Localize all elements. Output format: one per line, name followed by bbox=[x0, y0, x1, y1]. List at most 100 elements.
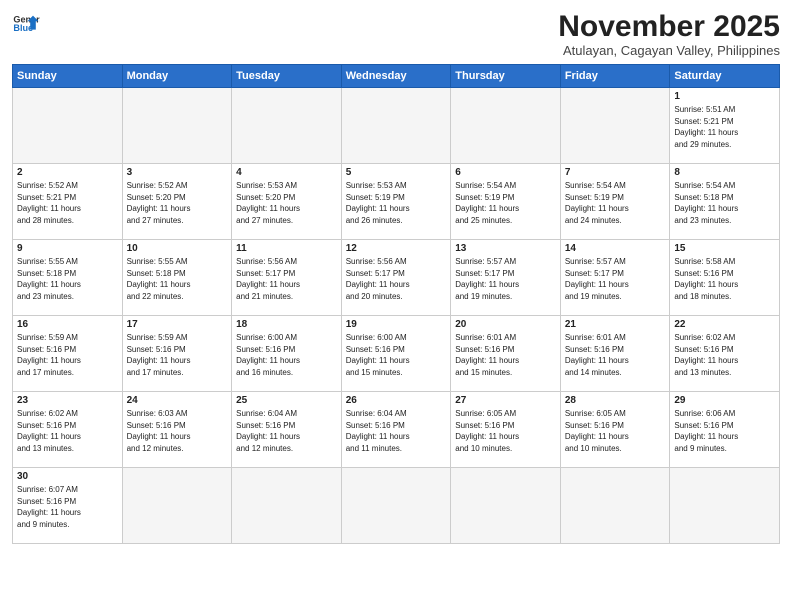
calendar-table: SundayMondayTuesdayWednesdayThursdayFrid… bbox=[12, 64, 780, 544]
calendar-cell: 29 Sunrise: 6:06 AM Sunset: 5:16 PM Dayli… bbox=[670, 392, 780, 468]
day-number: 26 bbox=[346, 395, 447, 406]
day-of-week-header: Friday bbox=[560, 65, 670, 88]
calendar-cell bbox=[232, 468, 342, 544]
day-number: 25 bbox=[236, 395, 337, 406]
day-info: Sunrise: 5:53 AM Sunset: 5:20 PM Dayligh… bbox=[236, 180, 337, 226]
day-info: Sunrise: 5:59 AM Sunset: 5:16 PM Dayligh… bbox=[17, 332, 118, 378]
day-of-week-header: Thursday bbox=[451, 65, 561, 88]
day-number: 9 bbox=[17, 243, 118, 254]
calendar-cell bbox=[341, 88, 451, 164]
header: General Blue November 2025 Atulayan, Cag… bbox=[12, 10, 780, 58]
day-info: Sunrise: 6:03 AM Sunset: 5:16 PM Dayligh… bbox=[127, 408, 228, 454]
day-of-week-header: Sunday bbox=[13, 65, 123, 88]
page: General Blue November 2025 Atulayan, Cag… bbox=[0, 0, 792, 612]
calendar-cell bbox=[341, 468, 451, 544]
calendar-cell: 2Sunrise: 5:52 AM Sunset: 5:21 PM Daylig… bbox=[13, 164, 123, 240]
day-number: 5 bbox=[346, 167, 447, 178]
calendar-cell: 6Sunrise: 5:54 AM Sunset: 5:19 PM Daylig… bbox=[451, 164, 561, 240]
day-number: 4 bbox=[236, 167, 337, 178]
day-number: 16 bbox=[17, 319, 118, 330]
calendar-header: SundayMondayTuesdayWednesdayThursdayFrid… bbox=[13, 65, 780, 88]
day-info: Sunrise: 5:53 AM Sunset: 5:19 PM Dayligh… bbox=[346, 180, 447, 226]
day-number: 3 bbox=[127, 167, 228, 178]
day-number: 11 bbox=[236, 243, 337, 254]
day-number: 17 bbox=[127, 319, 228, 330]
day-info: Sunrise: 6:04 AM Sunset: 5:16 PM Dayligh… bbox=[346, 408, 447, 454]
day-number: 29 bbox=[674, 395, 775, 406]
calendar-body: 1Sunrise: 5:51 AM Sunset: 5:21 PM Daylig… bbox=[13, 88, 780, 544]
calendar-week-row: 2Sunrise: 5:52 AM Sunset: 5:21 PM Daylig… bbox=[13, 164, 780, 240]
calendar-cell: 9Sunrise: 5:55 AM Sunset: 5:18 PM Daylig… bbox=[13, 240, 123, 316]
calendar-cell: 12Sunrise: 5:56 AM Sunset: 5:17 PM Dayli… bbox=[341, 240, 451, 316]
day-info: Sunrise: 6:01 AM Sunset: 5:16 PM Dayligh… bbox=[455, 332, 556, 378]
calendar-week-row: 30Sunrise: 6:07 AM Sunset: 5:16 PM Dayli… bbox=[13, 468, 780, 544]
calendar-cell: 27Sunrise: 6:05 AM Sunset: 5:16 PM Dayli… bbox=[451, 392, 561, 468]
calendar-cell: 25 Sunrise: 6:04 AM Sunset: 5:16 PM Dayli… bbox=[232, 392, 342, 468]
day-info: Sunrise: 5:57 AM Sunset: 5:17 PM Dayligh… bbox=[565, 256, 666, 302]
calendar-cell: 5 Sunrise: 5:53 AM Sunset: 5:19 PM Daylig… bbox=[341, 164, 451, 240]
calendar-cell: 4 Sunrise: 5:53 AM Sunset: 5:20 PM Daylig… bbox=[232, 164, 342, 240]
day-info: Sunrise: 6:02 AM Sunset: 5:16 PM Dayligh… bbox=[17, 408, 118, 454]
calendar-cell bbox=[122, 468, 232, 544]
calendar-cell: 19 Sunrise: 6:00 AM Sunset: 5:16 PM Dayli… bbox=[341, 316, 451, 392]
calendar-week-row: 16 Sunrise: 5:59 AM Sunset: 5:16 PM Dayli… bbox=[13, 316, 780, 392]
day-info: Sunrise: 5:57 AM Sunset: 5:17 PM Dayligh… bbox=[455, 256, 556, 302]
day-info: Sunrise: 6:04 AM Sunset: 5:16 PM Dayligh… bbox=[236, 408, 337, 454]
day-info: Sunrise: 5:56 AM Sunset: 5:17 PM Dayligh… bbox=[236, 256, 337, 302]
day-number: 2 bbox=[17, 167, 118, 178]
day-info: Sunrise: 5:52 AM Sunset: 5:20 PM Dayligh… bbox=[127, 180, 228, 226]
calendar-cell: 13 Sunrise: 5:57 AM Sunset: 5:17 PM Dayli… bbox=[451, 240, 561, 316]
day-number: 19 bbox=[346, 319, 447, 330]
day-info: Sunrise: 5:54 AM Sunset: 5:18 PM Dayligh… bbox=[674, 180, 775, 226]
calendar-cell: 30Sunrise: 6:07 AM Sunset: 5:16 PM Dayli… bbox=[13, 468, 123, 544]
day-number: 15 bbox=[674, 243, 775, 254]
day-number: 18 bbox=[236, 319, 337, 330]
day-number: 6 bbox=[455, 167, 556, 178]
calendar-cell: 21 Sunrise: 6:01 AM Sunset: 5:16 PM Dayli… bbox=[560, 316, 670, 392]
calendar-week-row: 23 Sunrise: 6:02 AM Sunset: 5:16 PM Dayli… bbox=[13, 392, 780, 468]
calendar-cell bbox=[560, 88, 670, 164]
day-info: Sunrise: 6:01 AM Sunset: 5:16 PM Dayligh… bbox=[565, 332, 666, 378]
calendar-cell: 16 Sunrise: 5:59 AM Sunset: 5:16 PM Dayli… bbox=[13, 316, 123, 392]
day-number: 13 bbox=[455, 243, 556, 254]
calendar-cell: 26 Sunrise: 6:04 AM Sunset: 5:16 PM Dayli… bbox=[341, 392, 451, 468]
calendar-cell: 18 Sunrise: 6:00 AM Sunset: 5:16 PM Dayli… bbox=[232, 316, 342, 392]
day-of-week-header: Saturday bbox=[670, 65, 780, 88]
calendar-cell: 10Sunrise: 5:55 AM Sunset: 5:18 PM Dayli… bbox=[122, 240, 232, 316]
calendar-cell bbox=[122, 88, 232, 164]
calendar-cell bbox=[13, 88, 123, 164]
calendar-cell: 8Sunrise: 5:54 AM Sunset: 5:18 PM Daylig… bbox=[670, 164, 780, 240]
logo: General Blue bbox=[12, 10, 40, 38]
calendar-cell: 20 Sunrise: 6:01 AM Sunset: 5:16 PM Dayli… bbox=[451, 316, 561, 392]
day-number: 14 bbox=[565, 243, 666, 254]
day-info: Sunrise: 5:51 AM Sunset: 5:21 PM Dayligh… bbox=[674, 104, 775, 150]
day-info: Sunrise: 5:59 AM Sunset: 5:16 PM Dayligh… bbox=[127, 332, 228, 378]
day-of-week-header: Wednesday bbox=[341, 65, 451, 88]
calendar-cell: 11 Sunrise: 5:56 AM Sunset: 5:17 PM Dayli… bbox=[232, 240, 342, 316]
logo-icon: General Blue bbox=[12, 10, 40, 38]
calendar-cell bbox=[560, 468, 670, 544]
svg-text:Blue: Blue bbox=[13, 23, 33, 33]
day-number: 7 bbox=[565, 167, 666, 178]
day-info: Sunrise: 6:05 AM Sunset: 5:16 PM Dayligh… bbox=[565, 408, 666, 454]
day-info: Sunrise: 6:02 AM Sunset: 5:16 PM Dayligh… bbox=[674, 332, 775, 378]
month-title: November 2025 bbox=[558, 10, 780, 43]
day-number: 21 bbox=[565, 319, 666, 330]
calendar-cell bbox=[451, 468, 561, 544]
calendar-cell: 7Sunrise: 5:54 AM Sunset: 5:19 PM Daylig… bbox=[560, 164, 670, 240]
calendar-week-row: 1Sunrise: 5:51 AM Sunset: 5:21 PM Daylig… bbox=[13, 88, 780, 164]
day-info: Sunrise: 6:00 AM Sunset: 5:16 PM Dayligh… bbox=[346, 332, 447, 378]
day-of-week-header: Tuesday bbox=[232, 65, 342, 88]
title-block: November 2025 Atulayan, Cagayan Valley, … bbox=[558, 10, 780, 58]
day-info: Sunrise: 6:00 AM Sunset: 5:16 PM Dayligh… bbox=[236, 332, 337, 378]
calendar-cell: 22Sunrise: 6:02 AM Sunset: 5:16 PM Dayli… bbox=[670, 316, 780, 392]
day-number: 30 bbox=[17, 471, 118, 482]
day-number: 23 bbox=[17, 395, 118, 406]
day-number: 20 bbox=[455, 319, 556, 330]
calendar-cell: 15Sunrise: 5:58 AM Sunset: 5:16 PM Dayli… bbox=[670, 240, 780, 316]
day-info: Sunrise: 5:56 AM Sunset: 5:17 PM Dayligh… bbox=[346, 256, 447, 302]
day-info: Sunrise: 6:05 AM Sunset: 5:16 PM Dayligh… bbox=[455, 408, 556, 454]
calendar-cell bbox=[451, 88, 561, 164]
day-info: Sunrise: 5:55 AM Sunset: 5:18 PM Dayligh… bbox=[127, 256, 228, 302]
day-info: Sunrise: 6:06 AM Sunset: 5:16 PM Dayligh… bbox=[674, 408, 775, 454]
